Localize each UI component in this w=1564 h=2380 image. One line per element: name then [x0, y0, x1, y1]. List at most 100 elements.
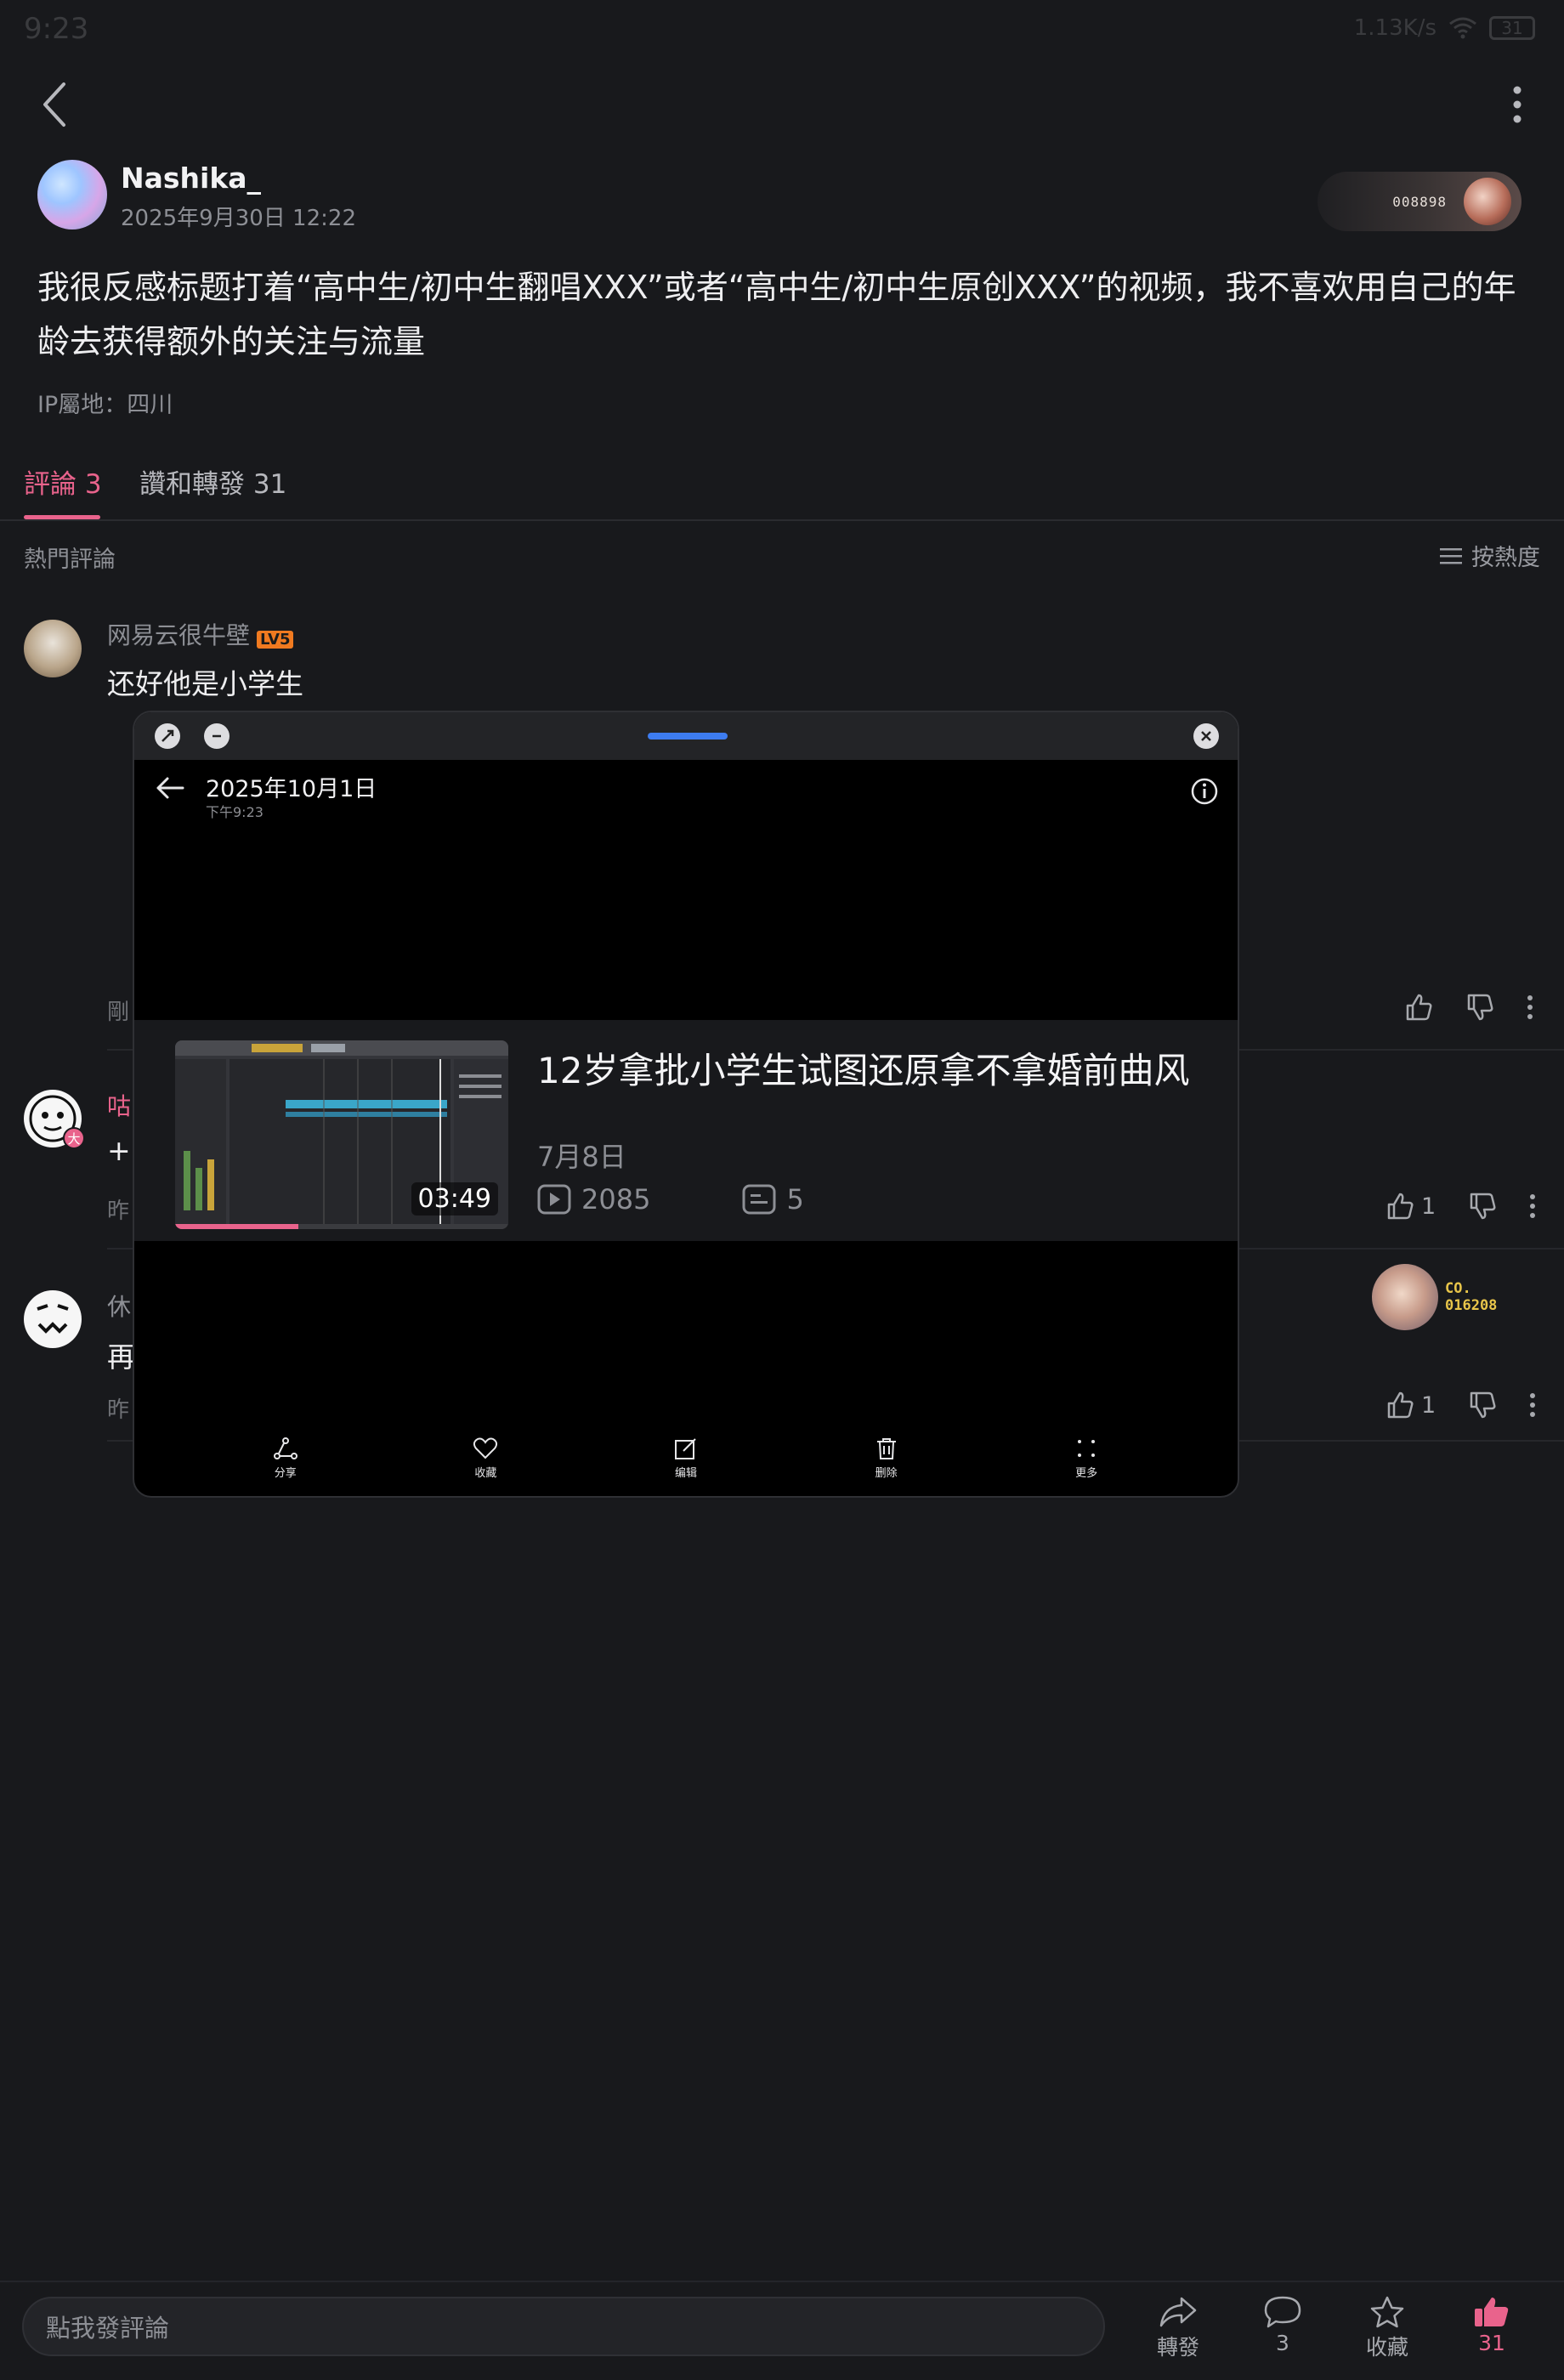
- like-post-button[interactable]: 31: [1449, 2295, 1534, 2355]
- comment-username[interactable]: 咕: [107, 1088, 131, 1122]
- gallery-toolbar: 分享 收藏 编辑 删除 更多: [134, 1420, 1238, 1496]
- favorite-button[interactable]: 收藏: [1345, 2295, 1430, 2361]
- comment-actions: 1: [1386, 1192, 1536, 1221]
- author-name[interactable]: Nashika_: [121, 162, 261, 195]
- comment-time: 昨: [107, 1198, 130, 1224]
- floating-window-titlebar[interactable]: [134, 712, 1238, 760]
- minimize-button[interactable]: [204, 723, 230, 749]
- comment-user-row: 网易云很牛壁 LV5: [107, 617, 294, 651]
- video-duration: 03:49: [411, 1182, 498, 1216]
- fan-medal-code-line1: CO.: [1445, 1280, 1471, 1297]
- comment-actions: 1: [1386, 1391, 1536, 1420]
- dislike-button[interactable]: [1468, 1391, 1497, 1420]
- comment-username[interactable]: 网易云很牛壁: [107, 621, 250, 649]
- decoration-card[interactable]: 008898: [1318, 172, 1522, 231]
- expand-icon: [162, 729, 174, 742]
- heart-icon: [473, 1437, 498, 1459]
- share-tool[interactable]: 分享: [252, 1436, 320, 1480]
- tab-comments[interactable]: 評論 3: [24, 462, 102, 501]
- video-thumbnail[interactable]: 03:49: [175, 1040, 508, 1229]
- more-vertical-icon: [1530, 1194, 1536, 1218]
- delete-label: 删除: [875, 1466, 898, 1480]
- comment-button[interactable]: 3: [1240, 2295, 1325, 2355]
- more-button[interactable]: [1496, 81, 1538, 128]
- thumbs-down-icon: [1470, 1193, 1496, 1220]
- comment-time: 昨: [107, 1397, 130, 1423]
- play-count-icon: [537, 1184, 571, 1215]
- edit-icon: [674, 1437, 696, 1459]
- comment-more-button[interactable]: [1529, 1392, 1536, 1418]
- comment-count: 3: [1276, 2331, 1289, 2355]
- minus-icon: [212, 734, 221, 738]
- video-card[interactable]: 03:49 12岁拿批小学生试图还原拿不拿婚前曲风 7月8日 2085 5: [134, 1020, 1238, 1241]
- fan-medal[interactable]: CO. 016208: [1372, 1263, 1542, 1331]
- level-badge: LV5: [257, 631, 294, 649]
- thumbs-down-icon: [1467, 994, 1493, 1021]
- thumbs-up-icon: [1387, 1193, 1414, 1220]
- sort-button[interactable]: 按熱度: [1439, 539, 1540, 572]
- favorite-tool[interactable]: 收藏: [451, 1436, 519, 1480]
- fan-medal-code-line2: 016208: [1445, 1297, 1498, 1314]
- close-button[interactable]: [1193, 723, 1219, 749]
- favorite-label: 收藏: [474, 1466, 497, 1480]
- comment-avatar[interactable]: [24, 620, 82, 677]
- fan-medal-image: [1372, 1264, 1438, 1330]
- video-date: 7月8日: [537, 1141, 626, 1173]
- tabs-divider: [0, 519, 1564, 521]
- comment-more-button[interactable]: [1527, 994, 1533, 1020]
- status-bar: 9:23 1.13K/s 31: [0, 0, 1564, 61]
- status-time: 9:23: [24, 12, 89, 46]
- net-speed: 1.13K/s: [1353, 15, 1436, 41]
- video-title[interactable]: 12岁拿批小学生试图还原拿不拿婚前曲风: [537, 1042, 1189, 1094]
- gallery-back-button[interactable]: [155, 775, 185, 801]
- comment-more-button[interactable]: [1529, 1193, 1536, 1219]
- video-comments: 5: [742, 1183, 804, 1216]
- comment-actions: [1404, 993, 1533, 1022]
- comment-avatar[interactable]: [24, 1290, 82, 1348]
- user-badge: 大: [63, 1127, 85, 1149]
- like-button[interactable]: 1: [1386, 1192, 1436, 1221]
- like-button[interactable]: [1404, 993, 1433, 1022]
- comment-username[interactable]: 休: [107, 1289, 131, 1323]
- forward-label: 轉發: [1156, 2335, 1199, 2360]
- more-tool[interactable]: 更多: [1052, 1436, 1120, 1480]
- trash-icon: [876, 1437, 896, 1459]
- dislike-button[interactable]: [1465, 993, 1494, 1022]
- floating-window[interactable]: 2025年10月1日 下午9:23 03:49 12岁拿批小学生试图还原拿不拿婚…: [133, 711, 1239, 1498]
- fan-medal-code: CO. 016208: [1445, 1280, 1497, 1314]
- fullscreen-button[interactable]: [155, 723, 180, 749]
- comment-text: 还好他是小学生: [107, 667, 303, 700]
- video-stats: 2085 5: [537, 1183, 804, 1216]
- drag-handle[interactable]: [648, 733, 728, 740]
- more-grid-icon: [1078, 1439, 1096, 1457]
- gallery-date-title: 2025年10月1日: [206, 776, 377, 802]
- decoration-code: 008898: [1392, 193, 1447, 210]
- post-body: 我很反感标题打着“高中生/初中生翻唱XXX”或者“高中生/初中生原创XXX”的视…: [37, 269, 1516, 360]
- delete-tool[interactable]: 删除: [853, 1436, 921, 1480]
- like-count: 1: [1421, 1391, 1436, 1419]
- more-vertical-icon: [1513, 86, 1522, 122]
- danmaku-icon: [742, 1184, 776, 1215]
- hot-comments-title: 熱門評論: [24, 547, 116, 573]
- video-comments-count: 5: [786, 1183, 804, 1216]
- info-button[interactable]: [1190, 777, 1219, 806]
- author-avatar[interactable]: [37, 160, 107, 230]
- share-icon: [273, 1436, 298, 1459]
- status-indicators: 1.13K/s 31: [1354, 15, 1535, 41]
- edit-tool[interactable]: 编辑: [652, 1436, 720, 1480]
- post-time: 2025年9月30日 12:22: [121, 206, 356, 231]
- like-button[interactable]: 1: [1386, 1391, 1436, 1420]
- tab-likes-forwards[interactable]: 讚和轉發 31: [139, 462, 286, 501]
- chevron-left-icon: [43, 82, 65, 127]
- comment-input[interactable]: 點我發評論: [22, 2297, 1105, 2356]
- thumbs-up-icon: [1406, 994, 1432, 1021]
- wifi-icon: [1448, 17, 1477, 39]
- battery-icon: 31: [1489, 16, 1535, 40]
- sort-label: 按熱度: [1471, 545, 1540, 571]
- dislike-button[interactable]: [1468, 1192, 1497, 1221]
- forward-button[interactable]: 轉發: [1136, 2295, 1221, 2361]
- star-icon: [1370, 2296, 1404, 2328]
- more-label: 更多: [1075, 1466, 1098, 1480]
- back-button[interactable]: [31, 75, 78, 134]
- comment-text: 再: [107, 1340, 135, 1374]
